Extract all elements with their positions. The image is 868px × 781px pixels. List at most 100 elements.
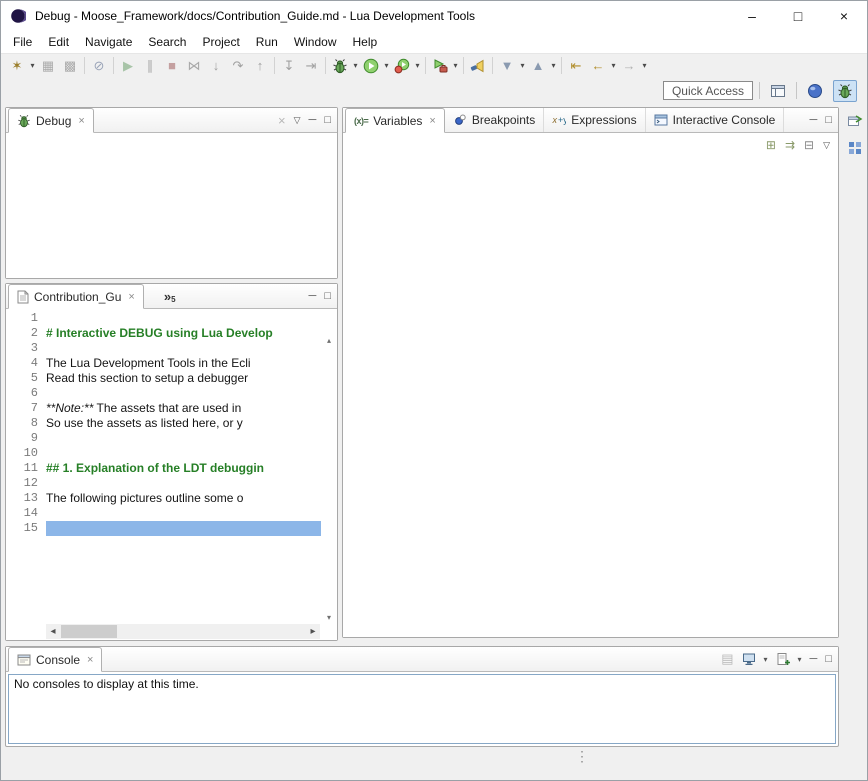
toolbar-forward-button[interactable]: → [618, 55, 640, 77]
editor-line[interactable]: 3 [6, 341, 321, 356]
editor-line[interactable]: 4The Lua Development Tools in the Ecli [6, 356, 321, 371]
maximize-view-icon[interactable]: □ [324, 290, 331, 302]
editor-line[interactable]: 12 [6, 476, 321, 491]
line-number[interactable]: 11 [6, 461, 46, 476]
line-number[interactable]: 1 [6, 311, 46, 326]
toolbar-previous-annotation-button[interactable]: ▲ [527, 55, 549, 77]
line-number[interactable]: 9 [6, 431, 46, 446]
editor-line[interactable]: 1 [6, 311, 321, 326]
toolbar-save-button[interactable]: ▦ [37, 55, 59, 77]
line-number[interactable]: 5 [6, 371, 46, 386]
editor-line[interactable]: 11## 1. Explanation of the LDT debuggin [6, 461, 321, 476]
toolbar-step-return-button[interactable]: ↑ [249, 55, 271, 77]
line-number[interactable]: 10 [6, 446, 46, 461]
maximize-view-icon[interactable]: □ [825, 114, 832, 126]
restore-view-stack-button[interactable] [845, 111, 865, 131]
toolbar-next-annotation-dropdown[interactable]: ▾ [518, 61, 527, 70]
line-number[interactable]: 8 [6, 416, 46, 431]
toolbar-new-dropdown[interactable]: ▾ [28, 61, 37, 70]
minimize-view-icon[interactable]: ─ [309, 114, 317, 126]
line-number[interactable]: 7 [6, 401, 46, 416]
toolbar-back-dropdown[interactable]: ▾ [609, 61, 618, 70]
toolbar-forward-dropdown[interactable]: ▾ [640, 61, 649, 70]
tab-breakpoints[interactable]: Breakpoints [445, 108, 544, 132]
tab-variables[interactable]: (x)= Variables × [345, 108, 445, 133]
toolbar-save-all-button[interactable]: ▩ [59, 55, 81, 77]
tab-debug[interactable]: Debug × [8, 108, 94, 133]
editor-line[interactable]: 14 [6, 506, 321, 521]
remove-all-terminated-button[interactable]: × [278, 113, 286, 128]
line-number[interactable]: 2 [6, 326, 46, 341]
editor-line[interactable]: 10 [6, 446, 321, 461]
open-console-dropdown-icon[interactable]: ▾ [798, 655, 802, 664]
tab-contribution-guide[interactable]: Contribution_Gu × [8, 284, 144, 309]
line-number[interactable]: 14 [6, 506, 46, 521]
close-window-button[interactable]: × [821, 1, 867, 31]
open-perspective-button[interactable] [766, 80, 790, 102]
toolbar-debug-button[interactable] [329, 55, 351, 77]
maximize-view-icon[interactable]: □ [825, 653, 832, 665]
line-number[interactable]: 15 [6, 521, 46, 536]
close-tab-icon[interactable]: × [87, 654, 93, 666]
minimize-view-icon[interactable]: ─ [810, 114, 818, 126]
window-sash-handle[interactable]: ⋮ [575, 749, 589, 763]
menu-file[interactable]: File [5, 33, 40, 51]
view-menu-icon[interactable]: ▽ [823, 140, 830, 151]
toolbar-run-button[interactable] [360, 55, 382, 77]
toolbar-disconnect-button[interactable]: ⋈ [183, 55, 205, 77]
menu-navigate[interactable]: Navigate [77, 33, 140, 51]
toolbar-search-button[interactable] [467, 55, 489, 77]
editor-overflow-chevron[interactable]: »5 [158, 284, 182, 308]
editor-lines[interactable]: 12# Interactive DEBUG using Lua Develop3… [6, 311, 321, 623]
toolbar-terminate-button[interactable]: ■ [161, 55, 183, 77]
scroll-up-icon[interactable]: ▴ [327, 336, 331, 345]
toolbar-coverage-dropdown[interactable]: ▾ [413, 61, 422, 70]
menu-window[interactable]: Window [286, 33, 345, 51]
debug-perspective-button[interactable] [833, 80, 857, 102]
display-console-dropdown-icon[interactable]: ▾ [764, 655, 768, 664]
toolbar-coverage-button[interactable] [391, 55, 413, 77]
editor-line[interactable]: 9 [6, 431, 321, 446]
scroll-down-icon[interactable]: ▾ [327, 613, 331, 622]
editor-horizontal-scrollbar[interactable]: ◂ ▸ [46, 624, 320, 639]
tab-expressions[interactable]: x+y Expressions [544, 108, 645, 132]
quick-access-box[interactable]: Quick Access [663, 81, 753, 100]
line-number[interactable]: 13 [6, 491, 46, 506]
maximize-window-button[interactable]: □ [775, 1, 821, 31]
toolbar-back-button[interactable]: ← [587, 55, 609, 77]
toolbar-suspend-button[interactable]: ∥ [139, 55, 161, 77]
menu-search[interactable]: Search [140, 33, 194, 51]
line-number[interactable]: 4 [6, 356, 46, 371]
maximize-view-icon[interactable]: □ [324, 114, 331, 126]
toolbar-external-tools-dropdown[interactable]: ▾ [451, 61, 460, 70]
toolbar-debug-dropdown[interactable]: ▾ [351, 61, 360, 70]
line-number[interactable]: 12 [6, 476, 46, 491]
tab-interactive-console[interactable]: Interactive Console [646, 108, 785, 132]
minimized-view-button[interactable] [845, 138, 865, 158]
open-console-icon[interactable] [776, 652, 790, 666]
toolbar-previous-annotation-dropdown[interactable]: ▾ [549, 61, 558, 70]
close-tab-icon[interactable]: × [78, 115, 84, 127]
editor-line[interactable]: 8So use the assets as listed here, or y [6, 416, 321, 431]
menu-project[interactable]: Project [194, 33, 247, 51]
scroll-left-icon[interactable]: ◂ [46, 624, 60, 639]
toolbar-step-over-button[interactable]: ↷ [227, 55, 249, 77]
editor-vertical-scrollbar[interactable]: ▴ ▾ [322, 336, 336, 622]
view-menu-icon[interactable]: ▽ [294, 115, 301, 126]
editor-line[interactable]: 2# Interactive DEBUG using Lua Develop [6, 326, 321, 341]
editor-line[interactable]: 7**Note:** The assets that are used in [6, 401, 321, 416]
close-tab-icon[interactable]: × [429, 115, 435, 127]
toolbar-next-annotation-button[interactable]: ▼ [496, 55, 518, 77]
menu-help[interactable]: Help [345, 33, 386, 51]
editor-content[interactable]: 12# Interactive DEBUG using Lua Develop3… [6, 309, 337, 640]
collapse-all-icon[interactable]: ⊟ [804, 138, 814, 152]
ldt-perspective-button[interactable] [803, 80, 827, 102]
minimize-view-icon[interactable]: ─ [309, 290, 317, 302]
toolbar-skip-all-breakpoints-button[interactable]: ⊘ [88, 55, 110, 77]
toolbar-new-button[interactable]: ✶ [6, 55, 28, 77]
close-tab-icon[interactable]: × [128, 291, 134, 303]
minimize-view-icon[interactable]: ─ [810, 653, 818, 665]
minimize-window-button[interactable]: – [729, 1, 775, 31]
toolbar-drop-to-frame-button[interactable]: ↧ [278, 55, 300, 77]
editor-line[interactable]: 5Read this section to setup a debugger [6, 371, 321, 386]
